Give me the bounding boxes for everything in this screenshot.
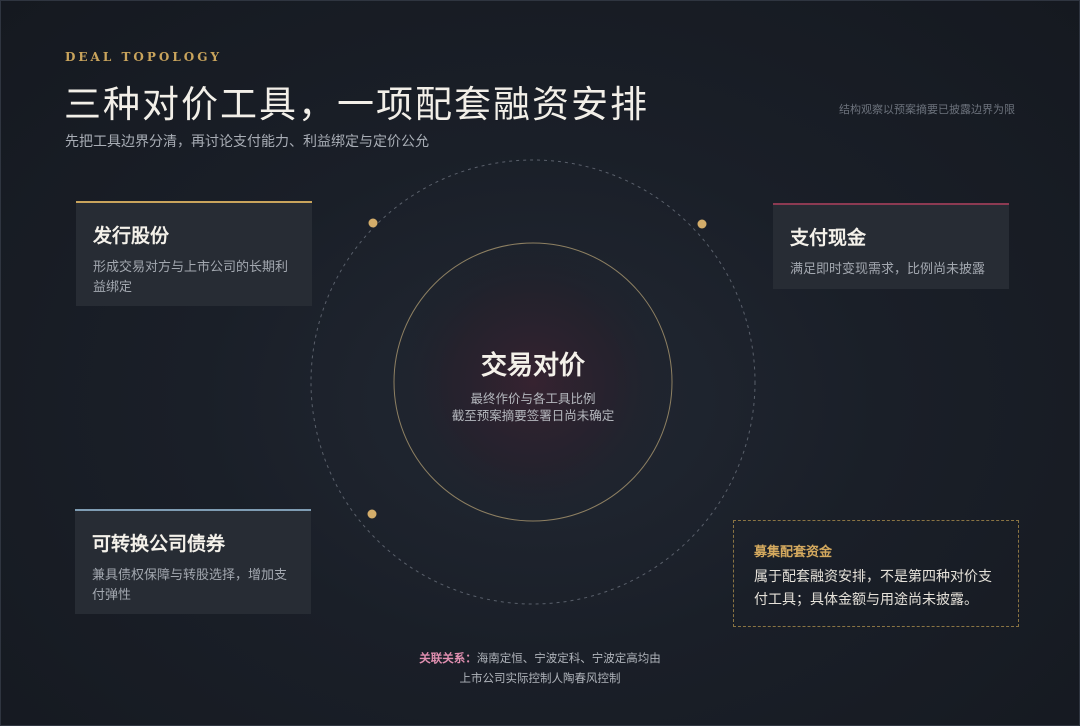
card-convertible-bonds: 可转换公司债券 兼具债权保障与转股选择，增加支付弹性: [75, 509, 311, 614]
card-title: 发行股份: [93, 225, 170, 247]
funding-description: 属于配套融资安排，不是第四种对价支付工具；具体金额与用途尚未披露。: [754, 569, 992, 608]
related-party-note: 关联关系：海南定恒、宁波定科、宁波定高均由 上市公司实际控制人陶春风控制: [390, 648, 690, 688]
card-description: 形成交易对方与上市公司的长期利益绑定: [93, 260, 289, 295]
orbit-node-cash: [697, 219, 707, 229]
card-description: 满足即时变现需求，比例尚未披露: [790, 262, 986, 277]
orbit-node-bonds: [367, 509, 377, 519]
card-issue-shares: 发行股份 形成交易对方与上市公司的长期利益绑定: [76, 201, 312, 306]
orbit-node-shares: [368, 218, 378, 228]
card-title: 支付现金: [790, 227, 867, 249]
funding-title: 募集配套资金: [754, 545, 833, 560]
center-line-2: 截至预案摘要签署日尚未确定: [451, 408, 615, 423]
card-title: 可转换公司债券: [92, 533, 226, 555]
relation-line-2: 上市公司实际控制人陶春风控制: [459, 671, 621, 685]
relation-label: 关联关系：: [419, 651, 477, 665]
card-description: 兼具债权保障与转股选择，增加支付弹性: [92, 568, 288, 603]
center-title: 交易对价: [480, 351, 585, 381]
card-pay-cash: 支付现金 满足即时变现需求，比例尚未披露: [773, 203, 1009, 289]
relation-text-1: 海南定恒、宁波定科、宁波定高均由: [476, 651, 661, 665]
relation-line-1: 关联关系：海南定恒、宁波定科、宁波定高均由: [390, 648, 690, 668]
supporting-funding-box: 募集配套资金 属于配套融资安排，不是第四种对价支付工具；具体金额与用途尚未披露。: [733, 520, 1019, 627]
